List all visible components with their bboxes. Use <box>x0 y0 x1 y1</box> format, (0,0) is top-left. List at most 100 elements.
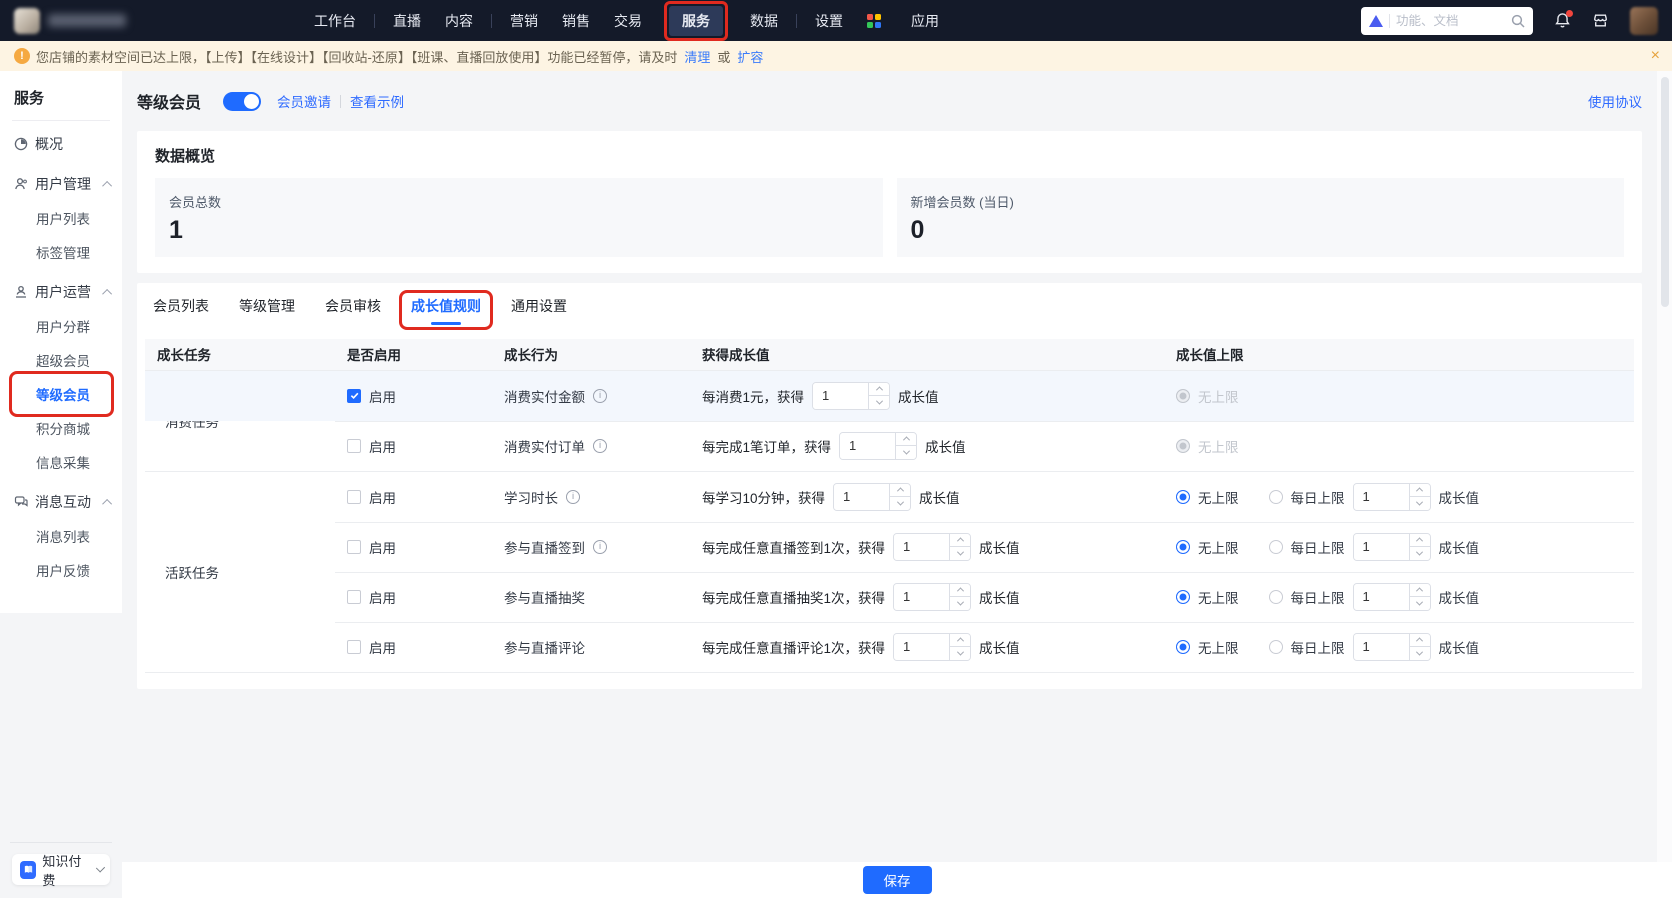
stepper-down[interactable] <box>896 445 917 459</box>
menu-item-workbench[interactable]: 工作台 <box>314 11 356 31</box>
clean-up-link[interactable]: 清理 <box>684 47 710 66</box>
notifications-bell-icon[interactable] <box>1554 10 1573 29</box>
no-limit-radio[interactable] <box>1176 639 1190 654</box>
sidebar-item-message-list[interactable]: 消息列表 <box>0 519 122 553</box>
search-input[interactable] <box>1396 13 1505 28</box>
sidebar-item-info-collection[interactable]: 信息采集 <box>0 445 122 479</box>
banner-close-icon[interactable]: × <box>1651 48 1660 64</box>
menu-item-sales[interactable]: 销售 <box>562 11 590 31</box>
sidebar-item-level-member-active[interactable]: 等级会员 <box>0 371 122 417</box>
stepper-up[interactable] <box>950 583 971 596</box>
stepper-down[interactable] <box>1409 546 1430 560</box>
sidebar-group-user-management[interactable]: 用户管理 <box>0 167 122 201</box>
shop-logo[interactable] <box>14 7 40 34</box>
main-content: 等级会员 会员邀请 查看示例 使用协议 数据概览 会员总数 1 新增会员数 (当… <box>122 71 1657 862</box>
no-limit-radio[interactable] <box>1176 489 1190 504</box>
member-tabs: 会员列表 等级管理 会员审核 成长值规则 通用设置 <box>145 283 1634 330</box>
menu-item-content[interactable]: 内容 <box>445 11 473 31</box>
product-switcher[interactable]: 知识付费 <box>12 854 110 888</box>
stepper-up[interactable] <box>1409 583 1430 596</box>
stepper-down[interactable] <box>869 395 890 409</box>
enable-checkbox[interactable] <box>347 489 361 504</box>
menu-item-service-active[interactable]: 服务 <box>669 5 723 36</box>
stepper-up[interactable] <box>1409 483 1430 496</box>
sidebar-item-user-segments[interactable]: 用户分群 <box>0 309 122 343</box>
expand-storage-link[interactable]: 扩容 <box>737 47 763 66</box>
enable-checkbox[interactable] <box>347 589 361 604</box>
enable-checkbox[interactable] <box>347 539 361 554</box>
stat-total-members-value: 1 <box>169 216 183 244</box>
info-icon[interactable]: i <box>593 438 607 453</box>
no-limit-radio[interactable] <box>1176 589 1190 604</box>
stepper-down[interactable] <box>950 596 971 610</box>
sidebar-item-user-feedback[interactable]: 用户反馈 <box>0 553 122 587</box>
pie-clock-icon <box>14 137 28 151</box>
stepper-down[interactable] <box>1409 646 1430 660</box>
search-icon[interactable] <box>1511 14 1525 28</box>
annotation-box-service: 服务 <box>664 0 728 41</box>
sidebar-item-overview[interactable]: 概况 <box>0 127 122 161</box>
menu-item-live[interactable]: 直播 <box>393 11 421 31</box>
stepper-up[interactable] <box>869 382 890 395</box>
member-invite-link[interactable]: 会员邀请 <box>277 91 331 111</box>
chevron-down-icon <box>95 863 105 873</box>
assistant-logo-icon <box>1369 14 1383 27</box>
stepper-down[interactable] <box>890 496 911 510</box>
tab-growth-rules-active[interactable]: 成长值规则 <box>399 289 493 330</box>
menu-item-trade[interactable]: 交易 <box>614 11 642 31</box>
tab-level-management[interactable]: 等级管理 <box>239 296 295 329</box>
main-menu: 工作台 直播 内容 营销 销售 交易 服务 数据 设置 应用 <box>314 0 939 41</box>
stepper-up[interactable] <box>950 633 971 646</box>
stepper-up[interactable] <box>1409 533 1430 546</box>
daily-limit-radio[interactable] <box>1268 489 1283 504</box>
level-member-toggle[interactable] <box>223 91 262 111</box>
stepper-up[interactable] <box>950 533 971 546</box>
sidebar-item-user-list[interactable]: 用户列表 <box>0 201 122 235</box>
global-search[interactable] <box>1361 6 1533 35</box>
sidebar-group-message-interaction[interactable]: 消息互动 <box>0 485 122 519</box>
stepper-down[interactable] <box>1409 596 1430 610</box>
no-limit-radio[interactable] <box>1176 539 1190 554</box>
info-icon[interactable]: i <box>593 539 607 554</box>
menu-item-settings[interactable]: 设置 <box>815 11 843 31</box>
stepper-down[interactable] <box>950 546 971 560</box>
sidebar-item-super-member[interactable]: 超级会员 <box>0 343 122 377</box>
sidebar-item-tag-management[interactable]: 标签管理 <box>0 235 122 269</box>
menu-item-apps[interactable]: 应用 <box>911 11 939 31</box>
menu-divider <box>796 13 797 28</box>
table-header-row: 成长任务 是否启用 成长行为 获得成长值 成长值上限 <box>145 338 1634 371</box>
save-button[interactable]: 保存 <box>862 866 932 894</box>
sidebar-item-points-mall[interactable]: 积分商城 <box>0 411 122 445</box>
info-icon[interactable]: i <box>566 489 580 504</box>
menu-divider <box>374 13 375 28</box>
enable-checkbox[interactable] <box>347 438 361 453</box>
stepper-up[interactable] <box>1409 633 1430 646</box>
daily-limit-radio[interactable] <box>1268 589 1283 604</box>
info-icon[interactable]: i <box>593 388 607 403</box>
enable-checkbox[interactable] <box>347 388 361 403</box>
growth-value-input <box>833 482 912 511</box>
no-limit-radio-disabled <box>1176 438 1190 453</box>
scrollbar-track[interactable] <box>1657 71 1672 898</box>
stepper-up[interactable] <box>890 483 911 496</box>
daily-limit-radio[interactable] <box>1268 639 1283 654</box>
stepper-down[interactable] <box>950 646 971 660</box>
tab-member-review[interactable]: 会员审核 <box>325 296 381 329</box>
stepper-up[interactable] <box>896 432 917 445</box>
usage-agreement-link[interactable]: 使用协议 <box>1588 91 1642 111</box>
tab-member-list[interactable]: 会员列表 <box>153 296 209 329</box>
menu-item-marketing[interactable]: 营销 <box>510 11 538 31</box>
shop-name-redacted <box>48 14 126 27</box>
user-avatar[interactable] <box>1630 6 1658 35</box>
tab-general-settings[interactable]: 通用设置 <box>511 296 567 329</box>
stepper-down[interactable] <box>1409 496 1430 510</box>
task-group-consumption: 消费任务 启用 消费实付金额 i 每消费1元，获得 1 成长值 无上限 启用 消… <box>145 370 1634 471</box>
menu-item-data[interactable]: 数据 <box>750 11 778 31</box>
scrollbar-thumb[interactable] <box>1660 77 1669 307</box>
enable-checkbox[interactable] <box>347 639 361 654</box>
daily-limit-radio[interactable] <box>1268 539 1283 554</box>
top-navbar: 工作台 直播 内容 营销 销售 交易 服务 数据 设置 应用 <box>0 0 1672 41</box>
storefront-icon[interactable] <box>1592 12 1609 29</box>
view-example-link[interactable]: 查看示例 <box>350 91 404 111</box>
sidebar-group-user-operation[interactable]: 用户运营 <box>0 275 122 309</box>
